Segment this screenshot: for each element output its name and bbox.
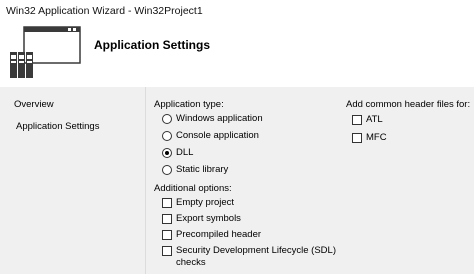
checkbox-sdl-checks[interactable]: Security Development Lifecycle (SDL) (162, 245, 336, 256)
checkbox[interactable] (162, 197, 172, 208)
wizard-nav: Overview Application Settings (0, 87, 145, 274)
checkbox-export-symbols[interactable]: Export symbols (162, 213, 241, 224)
checkbox-atl[interactable]: ATL (352, 114, 383, 125)
radio-button[interactable] (162, 164, 172, 175)
application-wizard-icon (9, 26, 81, 80)
page-title: Application Settings (94, 38, 211, 52)
radio-label: DLL (176, 147, 194, 158)
checkbox[interactable] (162, 229, 172, 240)
window-title: Win32 Application Wizard - Win32Project1 (6, 5, 203, 17)
checkbox-label-continued: checks (176, 257, 206, 268)
checkbox-label: MFC (366, 132, 387, 143)
checkbox-label: Export symbols (176, 213, 241, 224)
radio-label: Static library (176, 164, 229, 175)
checkbox[interactable] (162, 245, 172, 256)
radio-button[interactable] (162, 130, 172, 141)
checkbox[interactable] (162, 213, 172, 224)
application-type-label: Application type: (154, 99, 224, 110)
nav-item-overview[interactable]: Overview (14, 99, 54, 110)
checkbox-label: Precompiled header (176, 229, 262, 240)
checkbox[interactable] (352, 132, 362, 143)
checkbox[interactable] (352, 114, 362, 125)
radio-label: Console application (176, 130, 259, 141)
radio-static-library[interactable]: Static library (162, 164, 228, 175)
radio-button[interactable] (162, 113, 172, 124)
additional-options-label: Additional options: (154, 183, 232, 194)
settings-panel: Application type: Windows application Co… (145, 87, 474, 274)
checkbox-precompiled-header[interactable]: Precompiled header (162, 229, 261, 240)
radio-console-application[interactable]: Console application (162, 130, 259, 141)
checkbox-label: ATL (366, 114, 383, 125)
checkbox-empty-project[interactable]: Empty project (162, 197, 234, 208)
radio-button-selected[interactable] (162, 147, 172, 158)
checkbox-mfc[interactable]: MFC (352, 132, 387, 143)
common-headers-label: Add common header files for: (346, 99, 471, 110)
radio-label: Windows application (176, 113, 263, 124)
checkbox-label: Security Development Lifecycle (SDL) (176, 245, 336, 256)
radio-dll[interactable]: DLL (162, 147, 193, 158)
checkbox-label: Empty project (176, 197, 235, 208)
nav-item-application-settings[interactable]: Application Settings (16, 121, 99, 132)
radio-windows-application[interactable]: Windows application (162, 113, 263, 124)
